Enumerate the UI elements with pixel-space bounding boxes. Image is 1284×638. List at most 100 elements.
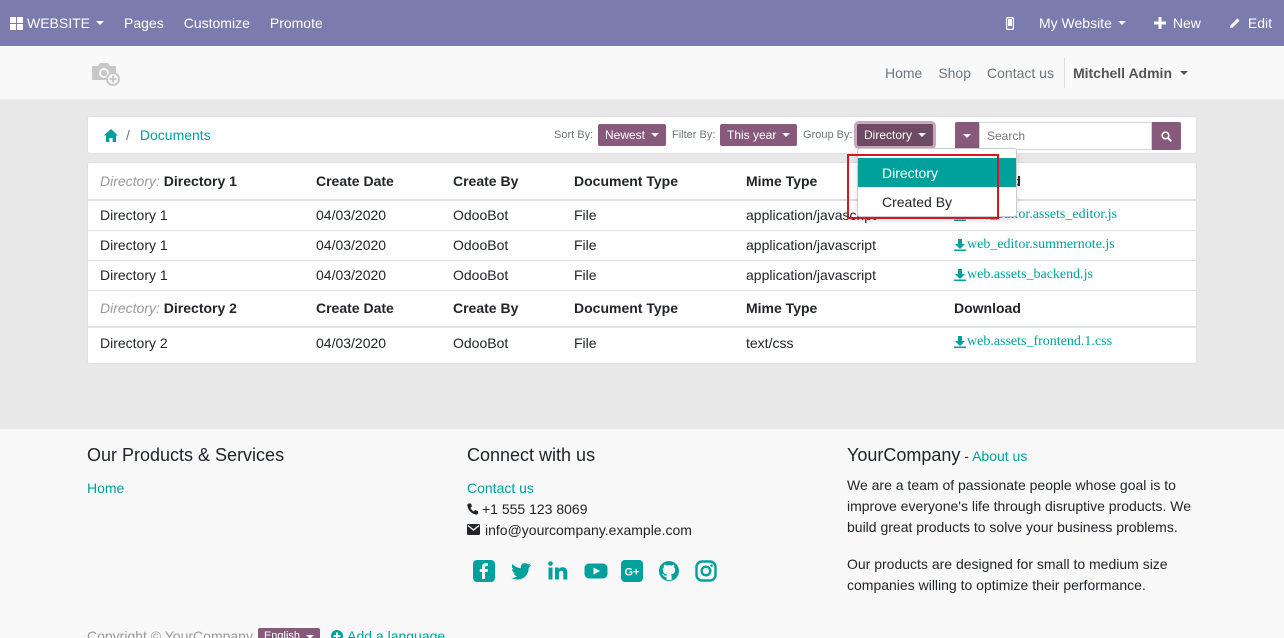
nav-home[interactable]: Home bbox=[877, 65, 930, 81]
search-icon bbox=[1161, 130, 1172, 142]
my-website-label: My Website bbox=[1038, 15, 1112, 31]
footer-home-link[interactable]: Home bbox=[87, 480, 124, 496]
edit-label: Edit bbox=[1247, 15, 1272, 31]
menu-pages[interactable]: Pages bbox=[114, 0, 174, 46]
envelope-icon bbox=[467, 524, 480, 535]
group-by-label: Group By: bbox=[803, 129, 853, 141]
user-menu[interactable]: Mitchell Admin bbox=[1065, 65, 1196, 81]
sort-by-dropdown[interactable]: Newest bbox=[598, 124, 667, 146]
search-group bbox=[955, 122, 1181, 150]
footer-connect-column: Connect with us Contact us +1 555 123 80… bbox=[467, 445, 807, 582]
cell-directory: Directory 1 bbox=[88, 200, 304, 231]
download-icon bbox=[954, 268, 966, 281]
column-header-create-date: Create Date bbox=[304, 163, 441, 201]
search-input[interactable] bbox=[979, 122, 1152, 150]
download-link[interactable]: web_editor.summernote.js bbox=[954, 237, 1115, 253]
cell-date: 04/03/2020 bbox=[304, 200, 441, 231]
cell-mime-type: application/javascript bbox=[734, 260, 942, 291]
my-website-dropdown[interactable]: My Website bbox=[1029, 0, 1136, 46]
footer: Our Products & Services Home Connect wit… bbox=[0, 429, 1284, 638]
chevron-down-icon bbox=[651, 133, 660, 137]
column-header-mime-type: Mime Type bbox=[734, 289, 942, 328]
footer-company-column: YourCompany - About us We are a team of … bbox=[847, 445, 1199, 596]
footer-company-description: We are a team of passionate people whose… bbox=[847, 477, 1192, 535]
linkedin-icon[interactable] bbox=[547, 560, 569, 582]
chevron-down-icon bbox=[963, 134, 971, 138]
group-header-directory: Directory: Directory 1 bbox=[88, 163, 304, 201]
group-by-dropdown[interactable]: Directory bbox=[857, 124, 934, 146]
download-link[interactable]: web.assets_frontend.1.css bbox=[954, 334, 1112, 350]
download-filename: web_editor.summernote.js bbox=[967, 236, 1115, 252]
website-header: Home Shop Contact us Mitchell Admin bbox=[0, 46, 1284, 100]
breadcrumb-documents[interactable]: Documents bbox=[140, 127, 211, 143]
nav-shop[interactable]: Shop bbox=[930, 65, 979, 81]
table-row: Directory 1 04/03/2020 OdooBot File appl… bbox=[88, 230, 1196, 261]
group-header-row: Directory: Directory 1 Create Date Creat… bbox=[88, 163, 1196, 201]
footer-products-title: Our Products & Services bbox=[87, 445, 285, 465]
new-label: New bbox=[1172, 15, 1201, 31]
menu-promote[interactable]: Promote bbox=[260, 0, 333, 46]
admin-navbar: WEBSITE Pages Customize Promote My Websi… bbox=[0, 0, 1284, 46]
filter-by-value: This year bbox=[727, 128, 777, 142]
user-name: Mitchell Admin bbox=[1072, 65, 1172, 81]
cell-directory: Directory 1 bbox=[88, 260, 304, 291]
footer-company-title: YourCompany - About us bbox=[847, 445, 1028, 465]
add-language-link[interactable]: Add a language bbox=[325, 628, 445, 638]
column-header-download: Download bbox=[942, 289, 1196, 328]
footer-contact-link[interactable]: Contact us bbox=[467, 480, 534, 496]
site-nav: Home Shop Contact us Mitchell Admin bbox=[877, 46, 1196, 100]
new-button[interactable]: New bbox=[1136, 0, 1219, 46]
download-icon bbox=[954, 336, 966, 348]
nav-contact-us[interactable]: Contact us bbox=[979, 65, 1062, 81]
download-icon bbox=[954, 238, 966, 251]
chevron-down-icon bbox=[96, 21, 105, 25]
camera-plus-icon bbox=[92, 63, 120, 86]
column-header-document-type: Document Type bbox=[562, 163, 734, 201]
footer-connect-title: Connect with us bbox=[467, 445, 596, 465]
cell-directory: Directory 1 bbox=[88, 230, 304, 261]
copyright-bar: Copyright © YourCompany English Add a la… bbox=[87, 628, 445, 638]
facebook-icon[interactable] bbox=[473, 560, 495, 582]
github-icon[interactable] bbox=[658, 560, 680, 582]
table-row: Directory 1 04/03/2020 OdooBot File appl… bbox=[88, 260, 1196, 291]
cell-created-by: OdooBot bbox=[441, 260, 562, 291]
chevron-down-icon bbox=[1180, 71, 1188, 75]
apps-grid-icon bbox=[10, 16, 23, 30]
cell-date: 04/03/2020 bbox=[316, 334, 387, 351]
group-header-directory: Directory: Directory 2 bbox=[88, 289, 304, 328]
filter-by-label: Filter By: bbox=[672, 129, 716, 141]
company-logo[interactable] bbox=[90, 60, 122, 86]
twitter-icon[interactable] bbox=[510, 560, 532, 582]
cell-date: 04/03/2020 bbox=[304, 260, 441, 291]
download-link[interactable]: web.assets_backend.js bbox=[954, 267, 1093, 283]
pencil-icon bbox=[1229, 18, 1240, 28]
menu-customize[interactable]: Customize bbox=[174, 0, 260, 46]
search-options-dropdown[interactable] bbox=[955, 122, 979, 150]
filter-by-dropdown[interactable]: This year bbox=[720, 124, 798, 146]
column-header-create-by: Create By bbox=[441, 163, 562, 201]
column-header-document-type: Document Type bbox=[562, 289, 734, 328]
chevron-down-icon bbox=[1117, 21, 1126, 25]
footer-about-link[interactable]: About us bbox=[972, 448, 1027, 464]
social-links: G+ bbox=[473, 560, 807, 582]
breadcrumb-separator: / bbox=[126, 127, 130, 143]
website-app-menu[interactable]: WEBSITE bbox=[0, 0, 114, 46]
cell-document-type: File bbox=[574, 334, 597, 351]
plus-icon bbox=[1153, 17, 1166, 29]
table-row: Directory 1 04/03/2020 OdooBot File appl… bbox=[88, 200, 1196, 231]
google-plus-icon[interactable]: G+ bbox=[621, 560, 643, 582]
youtube-icon[interactable] bbox=[584, 560, 608, 582]
cell-mime-type: application/javascript bbox=[734, 230, 942, 261]
search-button[interactable] bbox=[1152, 122, 1181, 150]
column-header-create-by: Create By bbox=[441, 289, 562, 328]
mobile-preview-button[interactable] bbox=[991, 0, 1029, 46]
language-selector[interactable]: English bbox=[257, 628, 321, 638]
group-by-value: Directory bbox=[864, 128, 913, 142]
instagram-icon[interactable] bbox=[695, 560, 717, 582]
svg-text:G+: G+ bbox=[625, 567, 640, 579]
home-icon[interactable] bbox=[104, 128, 118, 142]
cell-created-by: OdooBot bbox=[441, 200, 562, 231]
group-header-row: Directory: Directory 2 Create Date Creat… bbox=[88, 289, 1196, 328]
footer-products-column: Our Products & Services Home bbox=[87, 445, 427, 498]
edit-button[interactable]: Edit bbox=[1219, 0, 1284, 46]
